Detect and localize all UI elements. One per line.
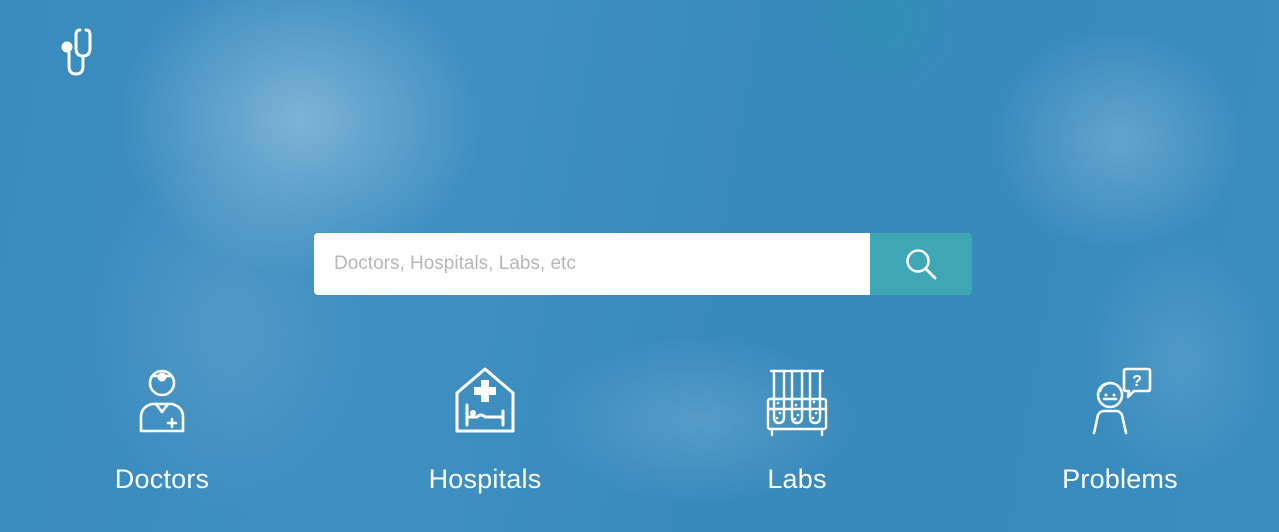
search-input[interactable] (314, 233, 870, 295)
category-label-labs: Labs (767, 464, 827, 494)
stethoscope-icon[interactable] (58, 22, 108, 78)
category-doctors[interactable]: Doctors (52, 365, 272, 494)
search-button[interactable] (870, 233, 972, 295)
patient-question-icon: ? (1092, 367, 1152, 435)
test-tubes-icon (766, 369, 828, 437)
category-label-doctors: Doctors (114, 464, 210, 494)
category-labs[interactable]: Labs (687, 365, 907, 494)
hospital-icon (455, 367, 515, 433)
search-bar (314, 233, 972, 295)
hero-banner: Doctors Hospitals (0, 0, 1279, 532)
search-icon (906, 249, 937, 280)
category-hospitals[interactable]: Hospitals (375, 365, 595, 494)
category-problems[interactable]: ? Problems (1010, 365, 1230, 494)
doctor-icon (139, 369, 185, 433)
svg-text:?: ? (1132, 373, 1142, 390)
category-label-problems: Problems (1062, 464, 1178, 494)
category-label-hospitals: Hospitals (428, 464, 542, 494)
